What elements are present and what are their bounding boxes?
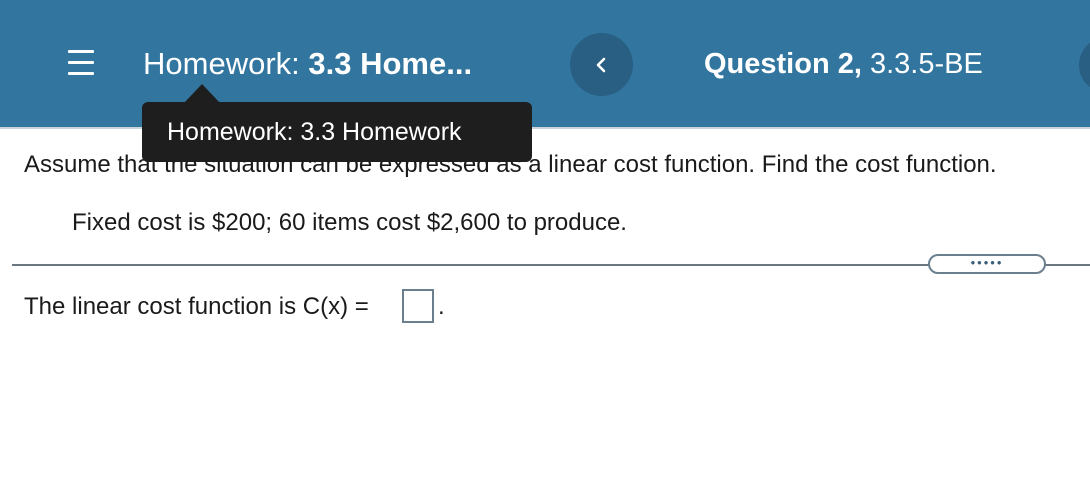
answer-label: The linear cost function is C(x) = [24,293,369,320]
hamburger-menu-icon[interactable] [68,50,94,76]
tooltip-arrow [184,84,220,103]
homework-title-name: 3.3 Home... [308,46,473,81]
homework-title[interactable]: Homework: 3.3 Home... [143,44,472,84]
question-number: Question 2, [704,48,862,80]
previous-question-button[interactable] [570,33,633,96]
homework-title-prefix: Homework: [143,46,300,81]
question-title: Question 2, 3.3.5-BE [704,44,983,84]
answer-period: . [438,293,445,320]
question-given: Fixed cost is $200; 60 items cost $2,600… [72,209,627,236]
question-code: 3.3.5-BE [869,48,983,80]
chevron-left-icon [596,57,606,73]
expand-more-button[interactable]: ••••• [928,254,1046,274]
answer-input[interactable] [402,289,434,323]
next-question-button[interactable] [1079,37,1090,93]
page: Homework: 3.3 Home... Question 2, 3.3.5-… [0,0,1090,482]
homework-tooltip: Homework: 3.3 Homework [142,102,532,162]
